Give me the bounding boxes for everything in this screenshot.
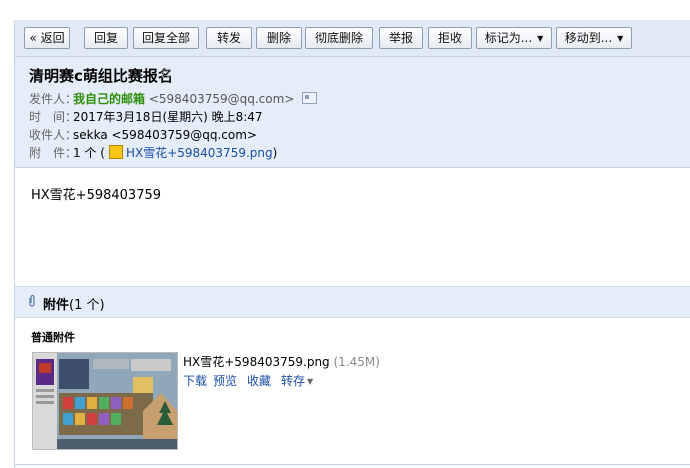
back-button[interactable]: « 返回 — [24, 27, 70, 49]
time-row: 时 间：2017年3月18日(星期六) 晚上8:47 — [29, 108, 263, 126]
time-label: 时 间： — [29, 110, 78, 124]
attachment-link[interactable]: HX雪花+598403759.png — [126, 146, 273, 160]
sender-row: 发件人：我自己的邮箱 <598403759@qq.com> — [29, 90, 318, 108]
recipient-row: 收件人：sekka <598403759@qq.com> — [29, 126, 257, 144]
bottom-divider — [15, 464, 690, 465]
preview-link[interactable]: 预览 — [213, 372, 237, 389]
save-to-label: 转存 — [281, 374, 306, 388]
mail-reader: « 返回 回复 回复全部 转发 删除 彻底删除 举报 拒收 标记为... ▼ 移动… — [14, 20, 690, 468]
move-to-label: 移动到... — [564, 31, 613, 45]
move-to-dropdown[interactable]: 移动到... ▼ — [556, 27, 632, 49]
mail-body: HX雪花+598403759 — [31, 188, 162, 203]
recipient-label: 收件人： — [29, 128, 78, 142]
attachments-count: (1 个) — [69, 298, 105, 313]
image-file-icon — [108, 145, 123, 159]
reply-all-button[interactable]: 回复全部 — [133, 27, 199, 49]
save-to-dropdown[interactable]: 转存 ▼ — [281, 372, 313, 389]
paperclip-icon — [29, 294, 35, 307]
mail-subject: 清明赛c萌组比赛报名 — [29, 67, 173, 85]
forward-button[interactable]: 转发 — [206, 27, 252, 49]
attachment-thumbnail[interactable] — [32, 352, 178, 450]
attachment-label: 附 件： — [29, 146, 78, 160]
report-button[interactable]: 举报 — [379, 27, 423, 49]
caret-down-icon: ▼ — [537, 34, 544, 43]
file-name-text: HX雪花+598403759.png — [183, 355, 330, 369]
thumbnail-image — [33, 353, 177, 449]
attachments-bar: 附件(1 个) — [15, 286, 690, 318]
collect-link[interactable]: 收藏 — [247, 372, 271, 389]
normal-attachment-label: 普通附件 — [31, 331, 75, 344]
attachment-close: ) — [272, 146, 278, 160]
attachments-heading: 附件 — [43, 298, 70, 313]
caret-down-icon: ▼ — [307, 377, 314, 386]
mark-as-dropdown[interactable]: 标记为... ▼ — [476, 27, 552, 49]
contact-card-icon[interactable] — [302, 92, 318, 104]
reject-button[interactable]: 拒收 — [428, 27, 472, 49]
file-size: (1.45M) — [333, 355, 380, 369]
attachment-count: 1 个 ( — [73, 146, 105, 160]
attachment-file-name: HX雪花+598403759.png (1.45M) — [183, 353, 380, 370]
sender-label: 发件人： — [29, 92, 78, 106]
delete-forever-button[interactable]: 彻底删除 — [305, 27, 373, 49]
reply-button[interactable]: 回复 — [84, 27, 128, 49]
delete-button[interactable]: 删除 — [256, 27, 302, 49]
mail-header: 清明赛c萌组比赛报名 ☆ 发件人：我自己的邮箱 <598403759@qq.co… — [15, 57, 690, 168]
sender-address: <598403759@qq.com> — [148, 92, 295, 106]
recipient-value: sekka <598403759@qq.com> — [73, 128, 257, 142]
star-icon[interactable]: ☆ — [158, 63, 173, 83]
time-value: 2017年3月18日(星期六) 晚上8:47 — [73, 110, 263, 124]
download-link[interactable]: 下载 — [183, 372, 207, 389]
toolbar: « 返回 回复 回复全部 转发 删除 彻底删除 举报 拒收 标记为... ▼ 移动… — [15, 20, 690, 57]
sender-name[interactable]: 我自己的邮箱 — [73, 92, 145, 106]
mark-as-label: 标记为... — [484, 31, 533, 45]
attachments-title: 附件(1 个) — [43, 294, 105, 313]
attachment-row: 附 件：1 个 ( HX雪花+598403759.png) — [29, 144, 277, 162]
caret-down-icon: ▼ — [617, 34, 624, 43]
